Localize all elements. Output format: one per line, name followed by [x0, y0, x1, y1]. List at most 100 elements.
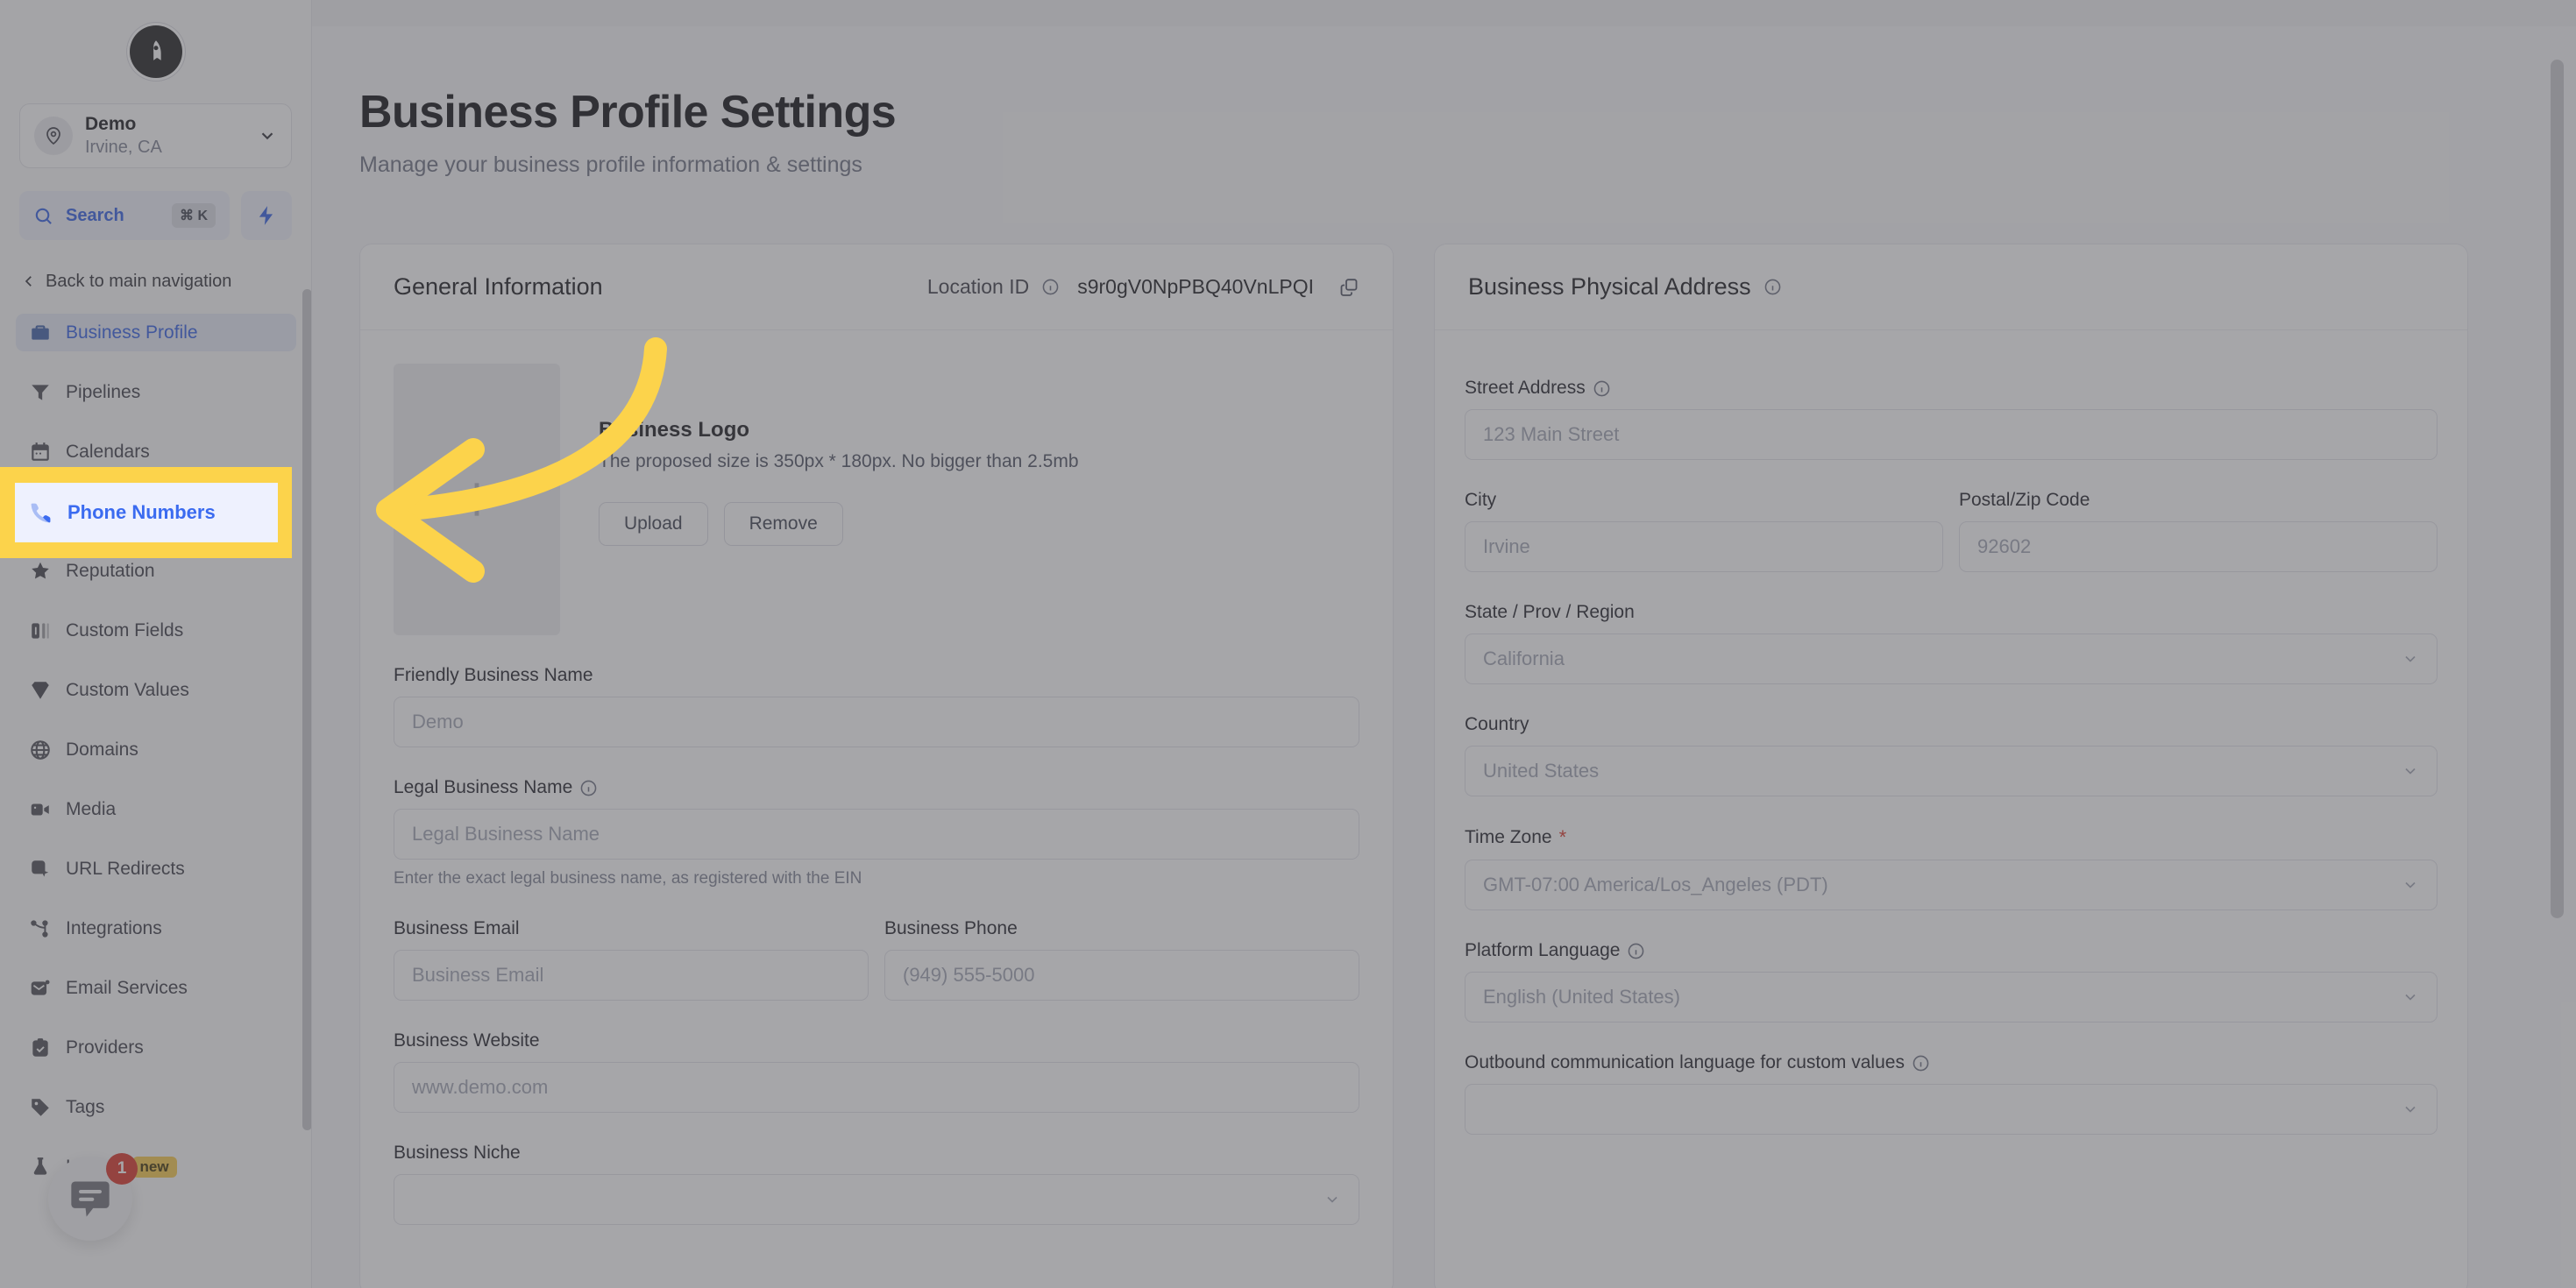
sidebar-item-url-redirects[interactable]: URL Redirects — [16, 850, 296, 888]
timezone-value: GMT-07:00 America/Los_Angeles (PDT) — [1483, 874, 1828, 895]
location-texts: Demo Irvine, CA — [85, 114, 245, 158]
gem-icon — [28, 678, 52, 702]
sidebar-item-reputation[interactable]: Reputation — [16, 552, 296, 590]
sidebar-item-tags[interactable]: Tags — [16, 1088, 296, 1126]
platform-language-group: Platform Language English (United States… — [1465, 940, 2438, 1023]
business-website-input[interactable]: www.demo.com — [394, 1062, 1359, 1113]
address-card-body: Street Address 123 Main Street City Irvi… — [1435, 330, 2467, 1170]
search-row: Search ⌘ K — [19, 191, 292, 240]
info-icon[interactable] — [1912, 1054, 1930, 1072]
business-website-label: Business Website — [394, 1030, 540, 1051]
platform-language-select[interactable]: English (United States) — [1465, 972, 2438, 1023]
sidebar-item-label: Custom Fields — [66, 619, 184, 640]
sidebar-item-label: URL Redirects — [66, 858, 185, 879]
page-title: Business Profile Settings — [359, 87, 897, 138]
business-logo-meta: Business Logo The proposed size is 350px… — [599, 364, 1079, 546]
chevron-down-icon[interactable] — [258, 126, 277, 145]
back-to-main-navigation[interactable]: Back to main navigation — [16, 263, 295, 300]
sidebar-item-integrations[interactable]: Integrations — [16, 909, 296, 947]
street-address-label-text: Street Address — [1465, 378, 1586, 398]
info-icon[interactable] — [1041, 278, 1060, 296]
envelope-icon — [28, 976, 52, 1000]
address-card-title: Business Physical Address — [1468, 273, 1751, 300]
outbound-language-select[interactable] — [1465, 1084, 2438, 1135]
city-input[interactable]: Irvine — [1465, 521, 1943, 572]
chevron-down-icon — [2405, 881, 2416, 888]
sidebar-item-domains[interactable]: Domains — [16, 731, 296, 768]
business-logo-dropzone[interactable] — [394, 364, 560, 635]
page-header: Business Profile Settings Manage your bu… — [359, 86, 897, 178]
info-icon[interactable] — [1763, 278, 1782, 296]
city-label: City — [1465, 490, 1497, 510]
remove-button[interactable]: Remove — [723, 502, 843, 546]
friendly-business-name-input[interactable]: Demo — [394, 697, 1359, 747]
sidebar-item-media[interactable]: Media — [16, 790, 296, 828]
search-input[interactable]: Search ⌘ K — [19, 191, 230, 240]
back-nav-label: Back to main navigation — [46, 271, 232, 291]
business-logo-title: Business Logo — [599, 418, 750, 442]
cursor-click-icon — [28, 857, 52, 881]
sidebar-item-pipelines[interactable]: Pipelines — [16, 373, 296, 411]
info-icon[interactable] — [1593, 379, 1611, 398]
street-address-input[interactable]: 123 Main Street — [1465, 409, 2438, 460]
flask-icon — [28, 1155, 52, 1178]
business-phone-label: Business Phone — [884, 918, 1018, 938]
brand-logo[interactable] — [0, 0, 311, 103]
required-asterisk: * — [1558, 826, 1567, 848]
info-icon[interactable] — [1627, 942, 1645, 960]
sidebar-item-business-profile[interactable]: Business Profile — [16, 314, 296, 351]
business-email-input[interactable]: Business Email — [394, 950, 869, 1001]
chevron-down-icon — [2405, 1106, 2416, 1113]
timezone-group: Time Zone * GMT-07:00 America/Los_Angele… — [1465, 826, 2438, 910]
sidebar-item-providers[interactable]: Providers — [16, 1029, 296, 1066]
chat-bubble-icon — [71, 1181, 110, 1217]
postal-group: Postal/Zip Code 92602 — [1959, 490, 2438, 572]
app-window: Demo Irvine, CA Search ⌘ K Back to main … — [0, 0, 2576, 1288]
form-field-icon — [28, 619, 52, 642]
rocket-logo-glyph — [153, 40, 161, 60]
chevron-down-icon — [2405, 994, 2416, 1001]
timezone-select[interactable]: GMT-07:00 America/Los_Angeles (PDT) — [1465, 860, 2438, 910]
search-shortcut: ⌘ K — [172, 203, 216, 228]
copy-icon[interactable] — [1338, 277, 1359, 298]
cards-container: General Information Location ID s9r0gV0N… — [359, 244, 2468, 1288]
chat-widget-button[interactable]: 1 — [48, 1153, 138, 1241]
sidebar-item-custom-values[interactable]: Custom Values — [16, 671, 296, 709]
address-card-header: Business Physical Address — [1435, 244, 2467, 330]
outbound-language-group: Outbound communication language for cust… — [1465, 1052, 2438, 1135]
sidebar-item-custom-fields[interactable]: Custom Fields — [16, 612, 296, 649]
location-id-value: s9r0gV0NpPBQ40VnLPQI — [1077, 275, 1314, 298]
location-switcher[interactable]: Demo Irvine, CA — [19, 103, 292, 168]
quick-action-button[interactable] — [241, 191, 292, 240]
postal-input[interactable]: 92602 — [1959, 521, 2438, 572]
sidebar-item-phone-numbers-highlighted[interactable]: Phone Numbers — [15, 483, 278, 542]
upload-button[interactable]: Upload — [599, 502, 708, 546]
sidebar-scrollbar[interactable] — [302, 289, 311, 1130]
street-address-group: Street Address 123 Main Street — [1465, 378, 2438, 460]
business-niche-select[interactable] — [394, 1174, 1359, 1225]
street-address-label: Street Address — [1465, 378, 2438, 399]
main-scrollbar[interactable] — [2551, 60, 2564, 918]
country-label: Country — [1465, 714, 1529, 734]
business-website-group: Business Website www.demo.com — [394, 1030, 1359, 1113]
sidebar-item-calendars[interactable]: Calendars — [16, 433, 296, 471]
business-phone-input[interactable]: (949) 555-5000 — [884, 950, 1359, 1001]
general-information-card: General Information Location ID s9r0gV0N… — [359, 244, 1394, 1288]
logo-button-row: Upload Remove — [599, 502, 1079, 546]
legal-business-name-group: Legal Business Name Legal Business Name … — [394, 777, 1359, 888]
map-pin-icon — [34, 117, 73, 155]
sidebar-item-email-services[interactable]: Email Services — [16, 969, 296, 1007]
outbound-language-label-text: Outbound communication language for cust… — [1465, 1052, 1905, 1072]
state-value: California — [1483, 648, 1565, 669]
info-icon[interactable] — [579, 779, 598, 797]
state-select[interactable]: California — [1465, 633, 2438, 684]
chevron-down-icon — [2405, 768, 2416, 775]
sidebar-item-label: Media — [66, 798, 117, 819]
sidebar-nav-list: Business Profile Pipelines Calendars Pho… — [0, 314, 311, 1288]
postal-label: Postal/Zip Code — [1959, 490, 2090, 510]
country-select[interactable]: United States — [1465, 746, 2438, 796]
legal-business-name-input[interactable]: Legal Business Name — [394, 809, 1359, 860]
platform-language-value: English (United States) — [1483, 986, 1680, 1008]
nodes-icon — [28, 916, 52, 940]
general-card-body: Business Logo The proposed size is 350px… — [360, 330, 1393, 1260]
